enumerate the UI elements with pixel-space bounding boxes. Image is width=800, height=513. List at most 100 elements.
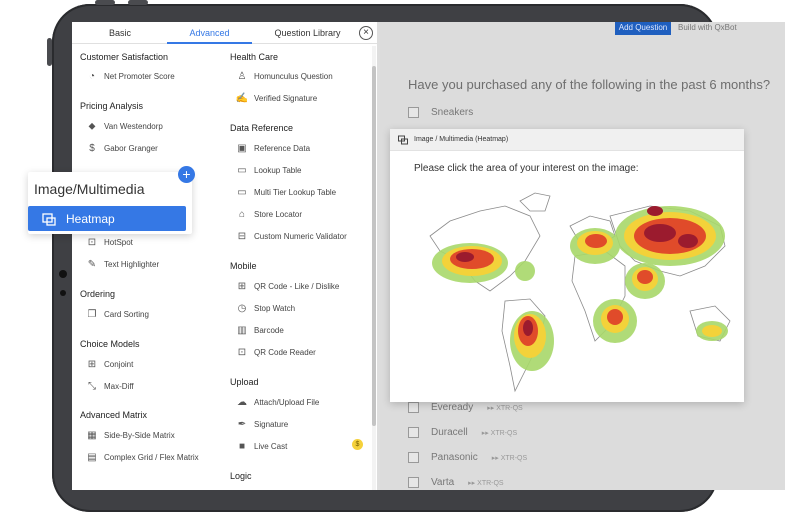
tab-basic[interactable]: Basic: [80, 22, 160, 44]
item-complex-grid[interactable]: ▤ Complex Grid / Flex Matrix: [86, 451, 198, 463]
item-store-locator[interactable]: ⌂ Store Locator: [236, 208, 302, 220]
item-van-westendorp[interactable]: ⬥ Van Westendorp: [86, 120, 163, 132]
callout-title: Image/Multimedia: [34, 181, 145, 197]
pen-icon: ✒: [237, 418, 247, 430]
section-upload: Upload: [230, 377, 259, 387]
survey-option[interactable]: Panasonic ▸▸ XTR-QS: [408, 452, 527, 463]
option-tag: ▸▸ XTR-QS: [487, 404, 523, 412]
heatmap-icon: [398, 135, 408, 144]
option-tag: ▸▸ XTR-QS: [468, 479, 504, 487]
option-label: Varta: [431, 477, 455, 488]
world-heatmap-image[interactable]: [420, 181, 740, 396]
option-checkbox[interactable]: [408, 402, 419, 413]
item-net-promoter-score[interactable]: ◔ Net Promoter Score: [86, 70, 175, 82]
tag-icon: ⬥: [88, 120, 96, 132]
tab-advanced[interactable]: Advanced: [167, 22, 252, 44]
option-checkbox[interactable]: [408, 427, 419, 438]
lookup-icon: ▭: [237, 164, 247, 176]
section-mobile: Mobile: [230, 261, 257, 271]
video-icon: ■: [238, 440, 246, 452]
gauge-icon: ◔: [88, 70, 96, 82]
tablet-top-button: [95, 0, 115, 5]
item-live-cast[interactable]: ■ Live Cast: [236, 440, 287, 452]
item-card-sorting[interactable]: ❐ Card Sorting: [86, 308, 149, 320]
reference-icon: ▣: [237, 142, 247, 154]
panel-scrollbar[interactable]: [372, 46, 376, 490]
item-attach-upload-file[interactable]: ☁ Attach/Upload File: [236, 396, 319, 408]
slide-indicator-dot[interactable]: [60, 290, 66, 296]
price-icon: $: [89, 142, 95, 154]
body-icon: ♙: [237, 70, 247, 82]
item-heatmap[interactable]: Heatmap: [28, 206, 186, 231]
validator-icon: ⊟: [237, 230, 247, 242]
item-hotspot[interactable]: ⊡ HotSpot: [86, 236, 133, 248]
item-stop-watch[interactable]: ◷ Stop Watch: [236, 302, 295, 314]
option-checkbox[interactable]: [408, 477, 419, 488]
tab-question-library[interactable]: Question Library: [260, 22, 355, 44]
image-multimedia-callout: Image/Multimedia Heatmap: [28, 172, 192, 234]
tablet-side-button: [47, 38, 52, 66]
item-qr-code-reader[interactable]: ⊡ QR Code Reader: [236, 346, 316, 358]
option-label: Panasonic: [431, 452, 478, 463]
premium-badge-icon: $: [352, 439, 363, 450]
survey-option[interactable]: Eveready ▸▸ XTR-QS: [408, 402, 523, 413]
screenshot: Add Question Build with QxBot Have you p…: [0, 0, 800, 513]
section-logic: Logic: [230, 471, 252, 481]
item-qr-code-like-dislike[interactable]: ⊞ QR Code - Like / Dislike: [236, 280, 340, 292]
cloud-upload-icon: ☁: [237, 396, 247, 408]
section-choice-models: Choice Models: [80, 339, 140, 349]
item-homunculus-question[interactable]: ♙ Homunculus Question: [236, 70, 333, 82]
survey-question: Have you purchased any of the following …: [408, 77, 771, 92]
grid-icon: ⊞: [87, 358, 97, 370]
arrows-icon: ⤡: [88, 380, 96, 392]
option-label: Duracell: [431, 427, 468, 438]
add-question-button[interactable]: Add Question: [615, 22, 671, 35]
complex-grid-icon: ▤: [87, 451, 97, 463]
stopwatch-icon: ◷: [237, 302, 247, 314]
item-lookup-table[interactable]: ▭ Lookup Table: [236, 164, 301, 176]
add-icon[interactable]: +: [178, 166, 195, 183]
section-pricing-analysis: Pricing Analysis: [80, 101, 144, 111]
option-checkbox[interactable]: [408, 452, 419, 463]
item-reference-data[interactable]: ▣ Reference Data: [236, 142, 310, 154]
cards-icon: ❐: [87, 308, 97, 320]
scrollbar-thumb[interactable]: [372, 66, 376, 426]
option-tag: ▸▸ XTR-QS: [481, 429, 518, 437]
matrix-icon: ▦: [87, 429, 97, 441]
survey-option[interactable]: Duracell ▸▸ XTR-QS: [408, 427, 517, 438]
option-checkbox[interactable]: [408, 107, 419, 118]
question-type-panel: Basic Advanced Question Library × Custom…: [72, 22, 377, 490]
section-health-care: Health Care: [230, 52, 279, 62]
highlighter-icon: ✎: [87, 258, 97, 270]
slide-indicator-dot[interactable]: [59, 270, 67, 278]
item-max-diff[interactable]: ⤡ Max-Diff: [86, 380, 134, 392]
section-data-reference: Data Reference: [230, 123, 294, 133]
item-text-highlighter[interactable]: ✎ Text Highlighter: [86, 258, 159, 270]
signature-icon: ✍: [235, 92, 249, 104]
survey-option[interactable]: Varta ▸▸ XTR-QS: [408, 477, 504, 488]
section-ordering: Ordering: [80, 289, 116, 299]
qxbot-link[interactable]: Build with QxBot: [678, 22, 737, 33]
tablet-top-button: [128, 0, 148, 5]
item-side-by-side-matrix[interactable]: ▦ Side-By-Side Matrix: [86, 429, 174, 441]
close-panel-button[interactable]: ×: [359, 26, 373, 40]
item-custom-numeric-validator[interactable]: ⊟ Custom Numeric Validator: [236, 230, 347, 242]
item-multi-tier-lookup-table[interactable]: ▭ Multi Tier Lookup Table: [236, 186, 336, 198]
item-signature[interactable]: ✒ Signature: [236, 418, 288, 430]
survey-option[interactable]: Sneakers: [408, 107, 473, 118]
modal-header: Image / Multimedia (Heatmap): [390, 129, 744, 151]
heatmap-preview-modal: Image / Multimedia (Heatmap) Please clic…: [390, 129, 744, 402]
option-label: Sneakers: [431, 107, 474, 118]
panel-tabs: Basic Advanced Question Library: [72, 22, 377, 44]
item-gabor-granger[interactable]: $ Gabor Granger: [86, 142, 158, 154]
item-verified-signature[interactable]: ✍ Verified Signature: [236, 92, 317, 104]
hotspot-icon: ⊡: [87, 236, 97, 248]
multi-lookup-icon: ▭: [237, 186, 247, 198]
heatmap-icon: [42, 212, 56, 226]
store-icon: ⌂: [238, 208, 246, 220]
item-conjoint[interactable]: ⊞ Conjoint: [86, 358, 134, 370]
item-barcode[interactable]: ▥ Barcode: [236, 324, 284, 336]
heatmap-prompt: Please click the area of your interest o…: [414, 163, 639, 174]
qr-reader-icon: ⊡: [237, 346, 247, 358]
option-tag: ▸▸ XTR-QS: [491, 454, 528, 462]
